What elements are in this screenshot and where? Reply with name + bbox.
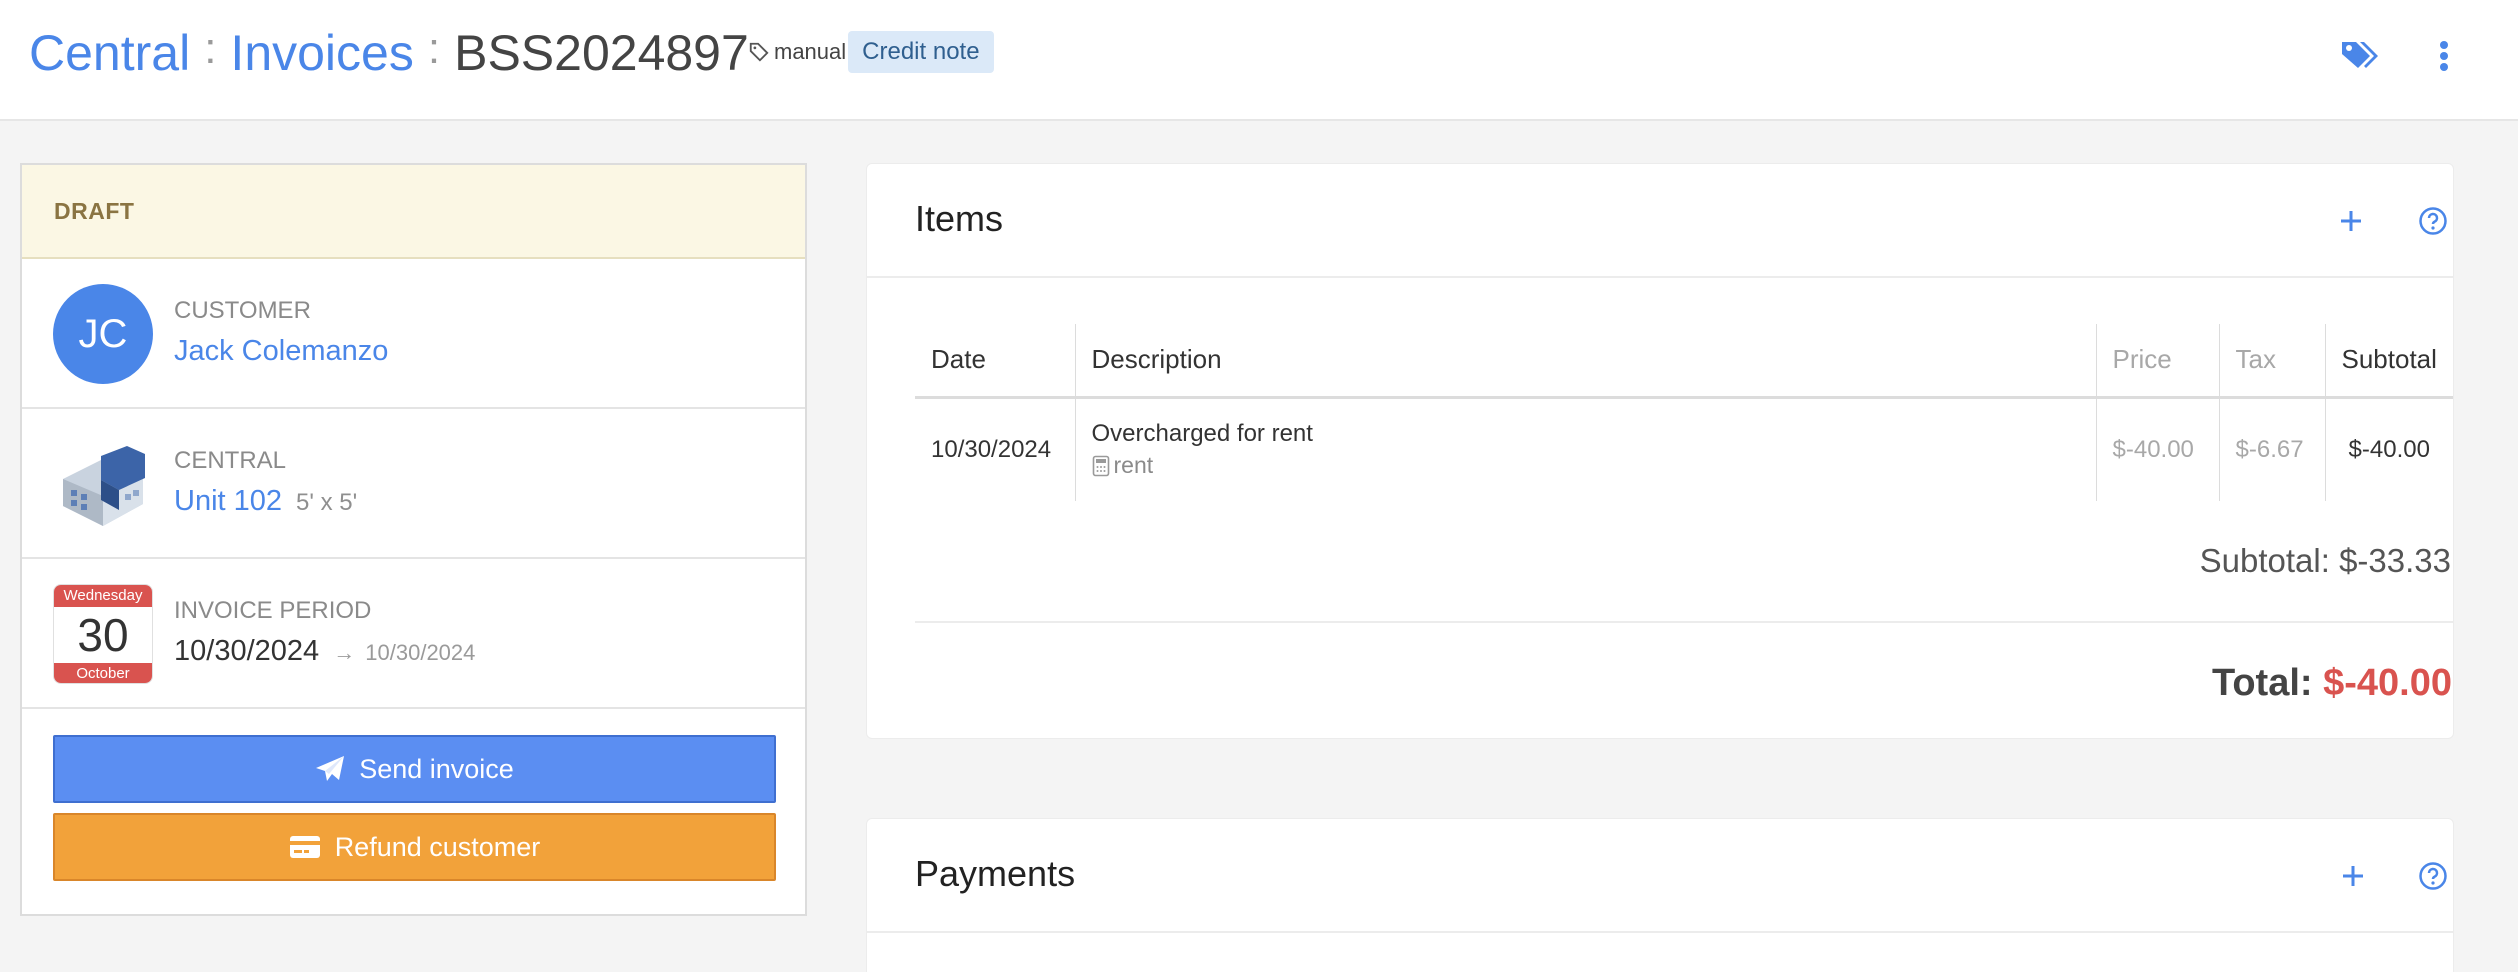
period-start: 10/30/2024 xyxy=(174,635,320,667)
calendar-icon: Wednesday 30 October xyxy=(53,584,153,684)
row-description-cell: Overcharged for rent rent xyxy=(1074,397,2096,501)
breadcrumb-central[interactable]: Central xyxy=(29,24,190,82)
send-invoice-label: Send invoice xyxy=(359,753,514,784)
breadcrumb: Central : Invoices : BSS2024897 xyxy=(29,22,749,84)
invoice-summary-panel: DRAFT JC CUSTOMER Jack Colemanzo CENTRAL… xyxy=(20,163,807,916)
top-bar: Central : Invoices : BSS2024897 manual C… xyxy=(0,0,2518,121)
col-tax: Tax xyxy=(2218,324,2325,399)
items-total: Total: $-40.00 xyxy=(2212,662,2452,705)
credit-note-badge: Credit note xyxy=(848,31,994,73)
unit-link[interactable]: Unit 102 xyxy=(174,485,282,517)
breadcrumb-invoices[interactable]: Invoices xyxy=(230,24,413,82)
customer-label: CUSTOMER xyxy=(174,297,311,324)
period-arrow: → xyxy=(333,640,356,665)
page-title: BSS2024897 xyxy=(454,25,749,81)
help-icon xyxy=(2419,862,2447,890)
row-tax: $-6.67 xyxy=(2218,397,2325,501)
unit-row: CENTRAL Unit 102 5' x 5' xyxy=(22,409,805,559)
items-table: Date Description Price Tax Subtotal 10/3… xyxy=(915,324,2453,501)
unit-line: Unit 102 5' x 5' xyxy=(174,485,357,518)
payments-card-header: Payments xyxy=(867,819,2453,933)
tags-button[interactable] xyxy=(2338,34,2382,78)
row-price: $-40.00 xyxy=(2095,397,2219,501)
add-item-button[interactable] xyxy=(2329,199,2373,243)
items-table-header: Date Description Price Tax Subtotal xyxy=(915,324,2453,399)
payments-card: Payments xyxy=(866,818,2454,972)
add-payment-button[interactable] xyxy=(2331,854,2375,898)
items-help-button[interactable] xyxy=(2411,199,2455,243)
help-icon xyxy=(2419,207,2447,235)
status-badge: DRAFT xyxy=(22,165,805,259)
tag-icon xyxy=(749,42,769,62)
refund-customer-label: Refund customer xyxy=(334,831,541,862)
items-title: Items xyxy=(915,198,1004,239)
row-subtotal: $-40.00 xyxy=(2324,397,2453,501)
calculator-icon xyxy=(1092,455,1109,477)
tag-manual: manual xyxy=(774,39,847,64)
breadcrumb-separator: : xyxy=(427,24,441,73)
row-category: rent xyxy=(1092,452,2080,479)
customer-row: JC CUSTOMER Jack Colemanzo xyxy=(22,259,805,409)
avatar: JC xyxy=(53,284,153,384)
calendar-day: 30 xyxy=(77,609,129,661)
invoice-period-label: INVOICE PERIOD xyxy=(174,597,372,624)
items-subtotal: Subtotal: $-33.33 xyxy=(2199,542,2451,579)
more-options-button[interactable] xyxy=(2422,34,2466,78)
send-invoice-button[interactable]: Send invoice xyxy=(53,735,776,803)
credit-card-icon xyxy=(289,836,320,858)
row-description: Overcharged for rent xyxy=(1091,420,1313,448)
col-price: Price xyxy=(2095,324,2219,399)
invoice-period-dates: 10/30/2024 → 10/30/2024 xyxy=(174,635,475,668)
building-icon xyxy=(63,446,145,526)
refund-customer-button[interactable]: Refund customer xyxy=(53,813,776,881)
period-end: 10/30/2024 xyxy=(365,640,476,665)
col-description: Description xyxy=(1074,324,2096,399)
paper-plane-icon xyxy=(316,756,345,781)
plus-icon xyxy=(2341,211,2361,231)
location-label: CENTRAL xyxy=(174,447,287,474)
table-row[interactable]: 10/30/2024 Overcharged for rent rent $-4… xyxy=(915,397,2453,501)
items-card-header: Items xyxy=(867,164,2453,278)
payments-help-button[interactable] xyxy=(2411,854,2455,898)
row-category-label: rent xyxy=(1113,452,1154,479)
invoice-period-row: Wednesday 30 October INVOICE PERIOD 10/3… xyxy=(22,559,805,709)
payments-title: Payments xyxy=(915,853,1076,894)
more-vertical-icon xyxy=(2440,41,2448,71)
total-label: Total: xyxy=(2211,662,2313,704)
unit-size: 5' x 5' xyxy=(296,489,358,516)
breadcrumb-separator: : xyxy=(204,24,217,73)
customer-name-link[interactable]: Jack Colemanzo xyxy=(174,335,388,367)
customer-name-line: Jack Colemanzo xyxy=(174,335,388,368)
totals-divider xyxy=(915,621,2453,623)
invoice-tags: manual Credit note xyxy=(748,30,994,74)
items-card: Items Date Description Price Tax Subtota… xyxy=(866,163,2454,739)
calendar-month: October xyxy=(54,663,152,683)
total-value: $-40.00 xyxy=(2323,662,2452,704)
row-date: 10/30/2024 xyxy=(931,435,1052,463)
plus-icon xyxy=(2343,866,2363,886)
col-subtotal: Subtotal xyxy=(2324,324,2453,399)
calendar-weekday: Wednesday xyxy=(54,585,152,607)
col-date: Date xyxy=(915,324,1075,399)
tags-icon xyxy=(2342,42,2378,68)
